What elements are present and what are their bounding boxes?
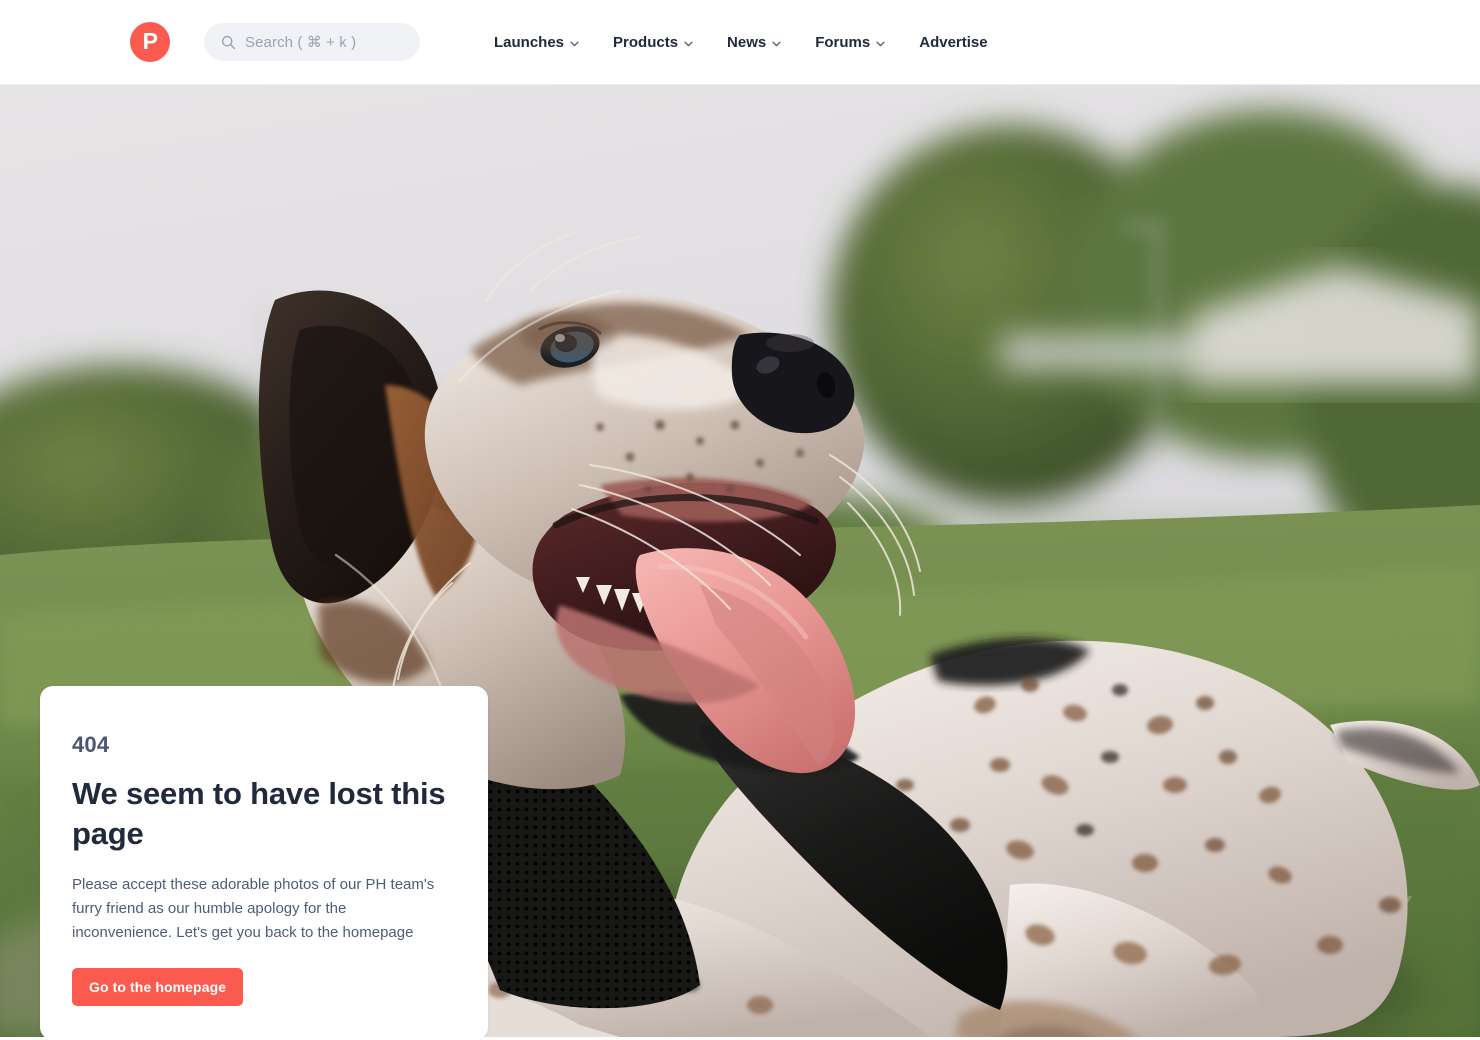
chevron-down-icon [876, 41, 885, 46]
chevron-down-icon [772, 41, 781, 46]
logo-letter: P [142, 27, 158, 54]
nav-item-label: Products [613, 34, 679, 51]
nav-item-products[interactable]: Products [613, 34, 693, 51]
search-icon [221, 35, 236, 49]
nav-item-label: Forums [815, 34, 871, 51]
site-header: P Search ( ⌘ + k ) Launches Products New… [0, 0, 1480, 85]
search-placeholder-text: Search ( ⌘ + k ) [245, 34, 357, 51]
chevron-down-icon [684, 41, 693, 46]
error-card: 404 We seem to have lost this page Pleas… [40, 686, 488, 1040]
search-input[interactable]: Search ( ⌘ + k ) [204, 23, 420, 61]
nav-item-launches[interactable]: Launches [494, 34, 579, 51]
error-message: Please accept these adorable photos of o… [72, 876, 435, 941]
go-to-homepage-button[interactable]: Go to the homepage [72, 968, 244, 1006]
main-navigation: Launches Products News Forums Advertise [494, 0, 988, 85]
nav-item-advertise[interactable]: Advertise [919, 34, 987, 51]
nav-item-label: Advertise [919, 34, 988, 51]
nav-item-news[interactable]: News [727, 34, 781, 51]
nav-item-label: Launches [494, 34, 565, 51]
error-code: 404 [72, 732, 110, 757]
nav-item-forums[interactable]: Forums [815, 34, 885, 51]
product-hunt-logo[interactable]: P [130, 22, 170, 62]
chevron-down-icon [570, 41, 579, 46]
error-title: We seem to have lost this page [72, 776, 446, 851]
nav-item-label: News [727, 34, 767, 51]
